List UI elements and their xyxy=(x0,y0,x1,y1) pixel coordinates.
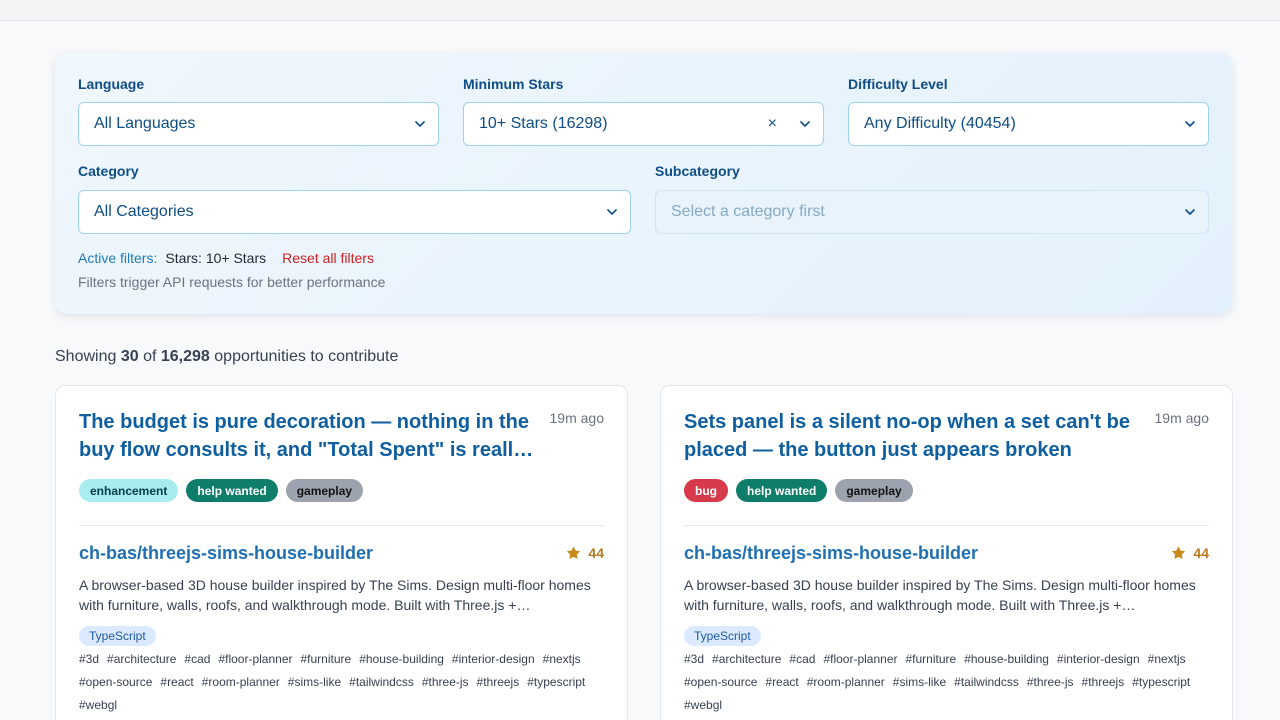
repo-description: A browser-based 3D house builder inspire… xyxy=(684,577,1196,613)
results-prefix: Showing xyxy=(55,348,117,365)
topic-tag[interactable]: #floor-planner xyxy=(218,652,292,667)
topic-list: #3d #architecture #cad #floor-planner #f… xyxy=(79,652,604,713)
results-count: Showing 30 of 16,298 opportunities to co… xyxy=(55,348,398,366)
issue-time: 19m ago xyxy=(549,410,604,426)
chevron-down-icon xyxy=(414,118,426,130)
topic-tag[interactable]: #nextjs xyxy=(1148,652,1186,667)
topic-tag[interactable]: #furniture xyxy=(300,652,351,667)
topic-tag[interactable]: #react xyxy=(160,675,193,690)
label-gameplay[interactable]: gameplay xyxy=(835,479,913,502)
topic-tag[interactable]: #three-js xyxy=(1027,675,1074,690)
topic-tag[interactable]: #typescript xyxy=(527,675,585,690)
topic-tag[interactable]: #nextjs xyxy=(543,652,581,667)
topic-tag[interactable]: #architecture xyxy=(712,652,781,667)
min-stars-label: Minimum Stars xyxy=(463,76,564,92)
filters-hint: Filters trigger API requests for better … xyxy=(78,274,386,290)
subcategory-select[interactable]: Select a category first xyxy=(655,190,1209,234)
topic-tag[interactable]: #open-source xyxy=(79,675,152,690)
category-select-value: All Categories xyxy=(94,203,194,220)
topic-tag[interactable]: #webgl xyxy=(684,698,722,713)
topic-tag[interactable]: #room-planner xyxy=(807,675,885,690)
subcategory-placeholder: Select a category first xyxy=(671,203,825,220)
issue-card[interactable]: The budget is pure decoration — nothing … xyxy=(55,385,628,720)
language-badge: TypeScript xyxy=(79,626,156,646)
card-divider xyxy=(79,525,604,526)
topic-tag[interactable]: #architecture xyxy=(107,652,176,667)
chevron-down-icon xyxy=(1184,206,1196,218)
subcategory-label: Subcategory xyxy=(655,163,740,179)
category-label: Category xyxy=(78,163,139,179)
topic-tag[interactable]: #3d xyxy=(684,652,704,667)
topic-tag[interactable]: #tailwindcss xyxy=(954,675,1019,690)
topic-tag[interactable]: #threejs xyxy=(477,675,520,690)
label-bug[interactable]: bug xyxy=(684,479,728,502)
star-count: 44 xyxy=(1193,545,1209,561)
label-gameplay[interactable]: gameplay xyxy=(285,479,364,502)
language-select[interactable]: All Languages xyxy=(78,102,439,146)
issue-card[interactable]: Sets panel is a silent no-op when a set … xyxy=(660,385,1233,720)
active-filters: Active filters: Stars: 10+ Stars Reset a… xyxy=(78,250,374,266)
active-filter-value: Stars: 10+ Stars xyxy=(165,250,267,266)
topic-tag[interactable]: #floor-planner xyxy=(823,652,897,667)
issue-labels: bug help wanted gameplay xyxy=(684,479,913,502)
topic-tag[interactable]: #three-js xyxy=(422,675,469,690)
difficulty-label: Difficulty Level xyxy=(848,76,948,92)
label-enhancement[interactable]: enhancement xyxy=(79,479,179,502)
repo-link[interactable]: ch-bas/threejs-sims-house-builder xyxy=(684,543,978,564)
topic-tag[interactable]: #house-building xyxy=(964,652,1049,667)
star-icon xyxy=(567,546,581,559)
active-filters-label: Active filters: xyxy=(78,250,158,266)
label-help-wanted[interactable]: help wanted xyxy=(736,479,828,502)
results-suffix: opportunities to contribute xyxy=(214,348,399,365)
star-count: 44 xyxy=(588,545,604,561)
topic-tag[interactable]: #tailwindcss xyxy=(349,675,414,690)
topic-tag[interactable]: #threejs xyxy=(1082,675,1125,690)
issue-labels: enhancement help wanted gameplay xyxy=(79,479,364,502)
repo-stars: 44 xyxy=(565,545,604,561)
language-select-value: All Languages xyxy=(94,115,196,132)
topic-list: #3d #architecture #cad #floor-planner #f… xyxy=(684,652,1209,713)
language-badge: TypeScript xyxy=(684,626,761,646)
topic-tag[interactable]: #3d xyxy=(79,652,99,667)
results-total: 16,298 xyxy=(160,348,210,365)
category-select[interactable]: All Categories xyxy=(78,190,631,234)
issue-time: 19m ago xyxy=(1154,410,1209,426)
topic-tag[interactable]: #sims-like xyxy=(893,675,946,690)
topic-tag[interactable]: #interior-design xyxy=(1057,652,1140,667)
topic-tag[interactable]: #room-planner xyxy=(202,675,280,690)
issue-title[interactable]: The budget is pure decoration — nothing … xyxy=(79,408,534,464)
topic-tag[interactable]: #cad xyxy=(789,652,815,667)
topic-tag[interactable]: #open-source xyxy=(684,675,757,690)
difficulty-select-value: Any Difficulty (40454) xyxy=(864,115,1016,132)
card-divider xyxy=(684,525,1209,526)
star-icon xyxy=(1172,546,1186,559)
topic-tag[interactable]: #cad xyxy=(184,652,210,667)
min-stars-select[interactable]: 10+ Stars (16298) × xyxy=(463,102,824,146)
topic-tag[interactable]: #furniture xyxy=(905,652,956,667)
topic-tag[interactable]: #typescript xyxy=(1132,675,1190,690)
repo-stars: 44 xyxy=(1170,545,1209,561)
reset-filters-link[interactable]: Reset all filters xyxy=(282,250,374,266)
top-bar xyxy=(0,0,1280,21)
label-help-wanted[interactable]: help wanted xyxy=(186,479,278,502)
results-of: of xyxy=(143,348,157,365)
chevron-down-icon xyxy=(799,118,811,130)
results-shown: 30 xyxy=(120,348,139,365)
min-stars-select-value: 10+ Stars (16298) xyxy=(479,115,608,132)
repo-link[interactable]: ch-bas/threejs-sims-house-builder xyxy=(79,543,373,564)
issue-title[interactable]: Sets panel is a silent no-op when a set … xyxy=(684,408,1139,464)
topic-tag[interactable]: #interior-design xyxy=(452,652,535,667)
topic-tag[interactable]: #react xyxy=(765,675,798,690)
topic-tag[interactable]: #sims-like xyxy=(288,675,341,690)
topic-tag[interactable]: #house-building xyxy=(359,652,444,667)
repo-description: A browser-based 3D house builder inspire… xyxy=(79,577,591,613)
topic-tag[interactable]: #webgl xyxy=(79,698,117,713)
clear-icon[interactable]: × xyxy=(768,116,777,132)
chevron-down-icon xyxy=(606,206,618,218)
chevron-down-icon xyxy=(1184,118,1196,130)
difficulty-select[interactable]: Any Difficulty (40454) xyxy=(848,102,1209,146)
language-label: Language xyxy=(78,76,145,92)
